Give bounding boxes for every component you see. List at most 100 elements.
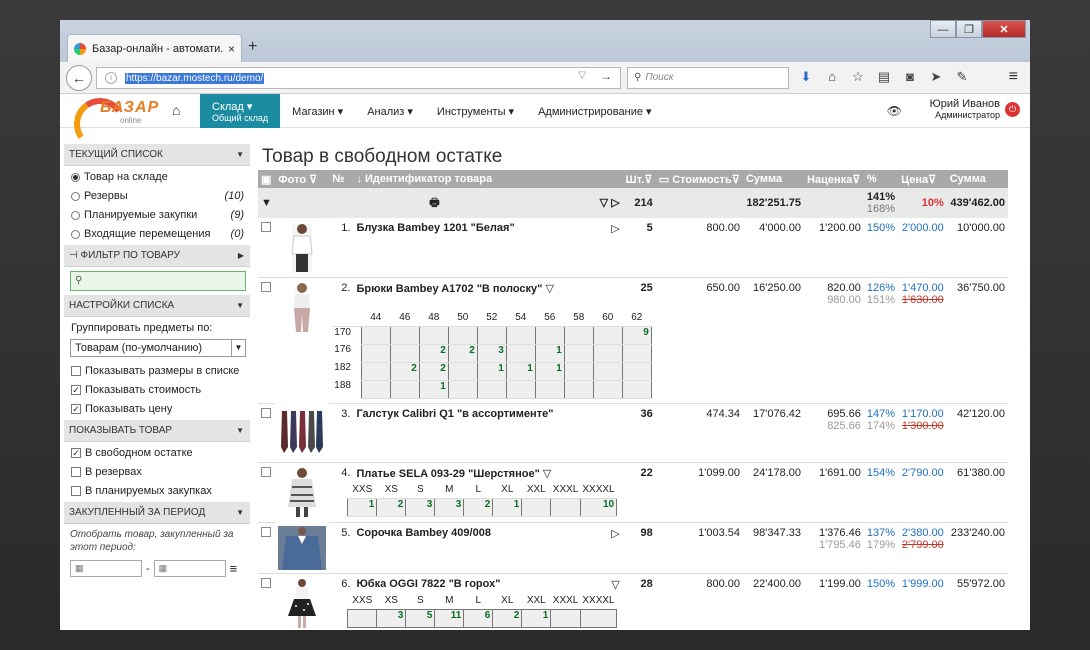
product-photo[interactable] xyxy=(278,407,326,459)
column-number[interactable]: № xyxy=(329,170,354,188)
row-checkbox[interactable] xyxy=(261,282,271,292)
radio-icon[interactable] xyxy=(71,210,80,220)
column-qty[interactable]: Шт.⊽ xyxy=(622,170,656,188)
column-percent[interactable]: % xyxy=(863,170,899,188)
table-row[interactable]: 5. Сорочка Bambey 409/008 ▷ 98 1'003.54 9… xyxy=(258,522,1008,574)
product-photo[interactable] xyxy=(278,526,327,570)
checkbox[interactable]: ✓ xyxy=(71,385,81,395)
eye-icon[interactable]: 👁 xyxy=(887,104,902,118)
address-bar[interactable]: i https://bazar.mostech.ru/demo/ ▽ → xyxy=(96,67,621,89)
product-photo[interactable] xyxy=(278,578,326,630)
current-list-header[interactable]: ТЕКУЩИЙ СПИСОК ▼ xyxy=(64,144,250,166)
price[interactable]: 1'470.00 xyxy=(901,282,944,294)
table-row[interactable]: 6. Юбка OGGI 7822 "В горох" ▽ 28 800.00 2… xyxy=(258,574,1008,628)
tab-close-icon[interactable]: × xyxy=(228,42,235,56)
product-filter-input[interactable]: ⚲ xyxy=(70,271,246,291)
column-identifier[interactable]: ↓ Идентификатор товара xyxy=(353,170,623,188)
checkbox[interactable]: ✓ xyxy=(71,448,81,458)
row-checkbox[interactable] xyxy=(261,467,271,477)
bookmark-star-icon[interactable]: ☆ xyxy=(850,69,866,85)
expand-icon[interactable]: ▶ xyxy=(238,251,244,260)
menu-item-admin[interactable]: Администрирование ▾ xyxy=(526,94,663,128)
checkbox[interactable] xyxy=(71,486,81,496)
close-window-button[interactable]: ✕ xyxy=(982,20,1026,38)
checkbox-show-sizes[interactable]: Показывать размеры в списке xyxy=(64,360,250,379)
collapse-icon[interactable]: ▽ xyxy=(545,283,553,295)
product-name[interactable]: Платье SELA 093-29 "Шерстяное" xyxy=(356,468,539,480)
radio-icon[interactable] xyxy=(71,229,80,239)
column-sum[interactable]: Сумма xyxy=(742,170,805,188)
checkbox[interactable] xyxy=(71,467,81,477)
menu-lines-icon[interactable]: ≡ xyxy=(230,561,238,576)
collapse-icon[interactable]: ▼ xyxy=(236,508,244,517)
product-photo[interactable] xyxy=(278,222,326,274)
checkbox-in-planned[interactable]: В планируемых закупках xyxy=(64,480,250,499)
product-name[interactable]: Галстук Calibri Q1 "в ассортименте" xyxy=(356,408,553,420)
home-icon[interactable]: ⌂ xyxy=(824,69,840,85)
price[interactable]: 1'170.00 xyxy=(901,408,944,420)
product-name[interactable]: Сорочка Bambey 409/008 xyxy=(356,527,491,539)
menu-item-tools[interactable]: Инструменты ▾ xyxy=(425,94,526,128)
expand-all-icon[interactable]: ▼ xyxy=(258,188,276,218)
photo-toggle-icon[interactable]: ▣ xyxy=(258,170,276,188)
collapse-icon[interactable]: ▼ xyxy=(236,426,244,435)
list-settings-header[interactable]: НАСТРОЙКИ СПИСКА ▼ xyxy=(64,295,250,317)
collapse-triangles-icon[interactable]: ▽ ▷ xyxy=(600,197,620,209)
user-info[interactable]: Юрий Иванов Администратор xyxy=(930,98,1000,120)
logout-power-icon[interactable]: ⏻ xyxy=(1005,102,1020,117)
row-checkbox[interactable] xyxy=(261,578,271,588)
product-name[interactable]: Блузка Bambey 1201 "Белая" xyxy=(356,222,514,234)
collapse-icon[interactable]: ▼ xyxy=(236,150,244,159)
download-icon[interactable]: ⬇ xyxy=(798,69,814,85)
extension-icon[interactable]: ✎ xyxy=(954,69,970,85)
group-by-select[interactable]: Товарам (по-умолчанию) ▼ xyxy=(70,339,246,357)
expand-icon[interactable]: ▷ xyxy=(611,222,619,235)
show-items-header[interactable]: ПОКАЗЫВАТЬ ТОВАР ▼ xyxy=(64,420,250,442)
column-markup[interactable]: Наценка⊽ xyxy=(804,170,864,188)
menu-item-analysis[interactable]: Анализ ▾ xyxy=(355,94,425,128)
product-name[interactable]: Юбка OGGI 7822 "В горох" xyxy=(356,578,500,590)
checkbox-show-price[interactable]: ✓ Показывать цену xyxy=(64,398,250,417)
filter-header[interactable]: ⊣ ФИЛЬТР ПО ТОВАРУ ▶ xyxy=(64,245,250,267)
checkbox[interactable] xyxy=(71,366,81,376)
date-to-input[interactable]: ▦ xyxy=(153,560,226,577)
print-icon[interactable]: 🖶 xyxy=(429,197,439,209)
reading-list-icon[interactable]: ▤ xyxy=(876,69,892,85)
column-photo[interactable]: Фото ⊽ xyxy=(275,170,330,188)
row-checkbox[interactable] xyxy=(261,407,271,418)
site-info-icon[interactable]: i xyxy=(105,72,117,84)
row-checkbox[interactable] xyxy=(261,222,271,232)
table-row[interactable]: 4. Платье SELA 093-29 "Шерстяное" ▽ 22 1… xyxy=(258,463,1008,517)
radio-icon[interactable] xyxy=(71,191,80,201)
bazar-logo[interactable]: БАЗАР online xyxy=(68,93,163,155)
new-tab-button[interactable]: + xyxy=(248,38,257,56)
browser-menu-icon[interactable]: ≡ xyxy=(1009,68,1018,86)
send-icon[interactable]: ➤ xyxy=(928,69,944,85)
list-option-incoming[interactable]: Входящие перемещения (0) xyxy=(64,223,250,242)
checkbox[interactable]: ✓ xyxy=(71,404,81,414)
price[interactable]: 2'380.00 xyxy=(901,527,944,539)
column-total[interactable]: Сумма xyxy=(946,170,1008,188)
collapse-icon[interactable]: ▼ xyxy=(236,301,244,310)
table-row[interactable]: 1. Блузка Bambey 1201 "Белая" ▷ 5 800.00 … xyxy=(258,218,1008,278)
url-dropdown-icon[interactable]: ▽ xyxy=(578,70,586,81)
back-button[interactable]: ← xyxy=(66,65,92,91)
browser-tab[interactable]: Базар-онлайн - автомати... × xyxy=(67,34,242,62)
table-row[interactable]: 2. Брюки Bambey A1702 "В полоску" ▽ 25 6… xyxy=(258,278,1008,332)
collapse-icon[interactable]: ▽ xyxy=(611,578,619,591)
browser-search-input[interactable]: ⚲ Поиск xyxy=(627,67,789,89)
list-option-reserves[interactable]: Резервы (10) xyxy=(64,185,250,204)
period-header[interactable]: ЗАКУПЛЕННЫЙ ЗА ПЕРИОД ▼ xyxy=(64,502,250,524)
pocket-icon[interactable]: ◙ xyxy=(902,69,918,85)
checkbox-free-stock[interactable]: ✓ В свободном остатке xyxy=(64,442,250,461)
collapse-icon[interactable]: ▽ xyxy=(543,468,551,480)
column-price[interactable]: Цена⊽ xyxy=(898,170,947,188)
product-photo[interactable] xyxy=(278,282,326,334)
checkbox-show-cost[interactable]: ✓ Показывать стоимость xyxy=(64,379,250,398)
go-arrow-icon[interactable]: → xyxy=(600,69,612,83)
maximize-button[interactable]: ❐ xyxy=(956,20,982,38)
product-photo[interactable] xyxy=(278,467,326,519)
price[interactable]: 2'790.00 xyxy=(898,463,947,481)
radio-icon[interactable] xyxy=(71,172,80,182)
minimize-button[interactable]: — xyxy=(930,20,956,38)
